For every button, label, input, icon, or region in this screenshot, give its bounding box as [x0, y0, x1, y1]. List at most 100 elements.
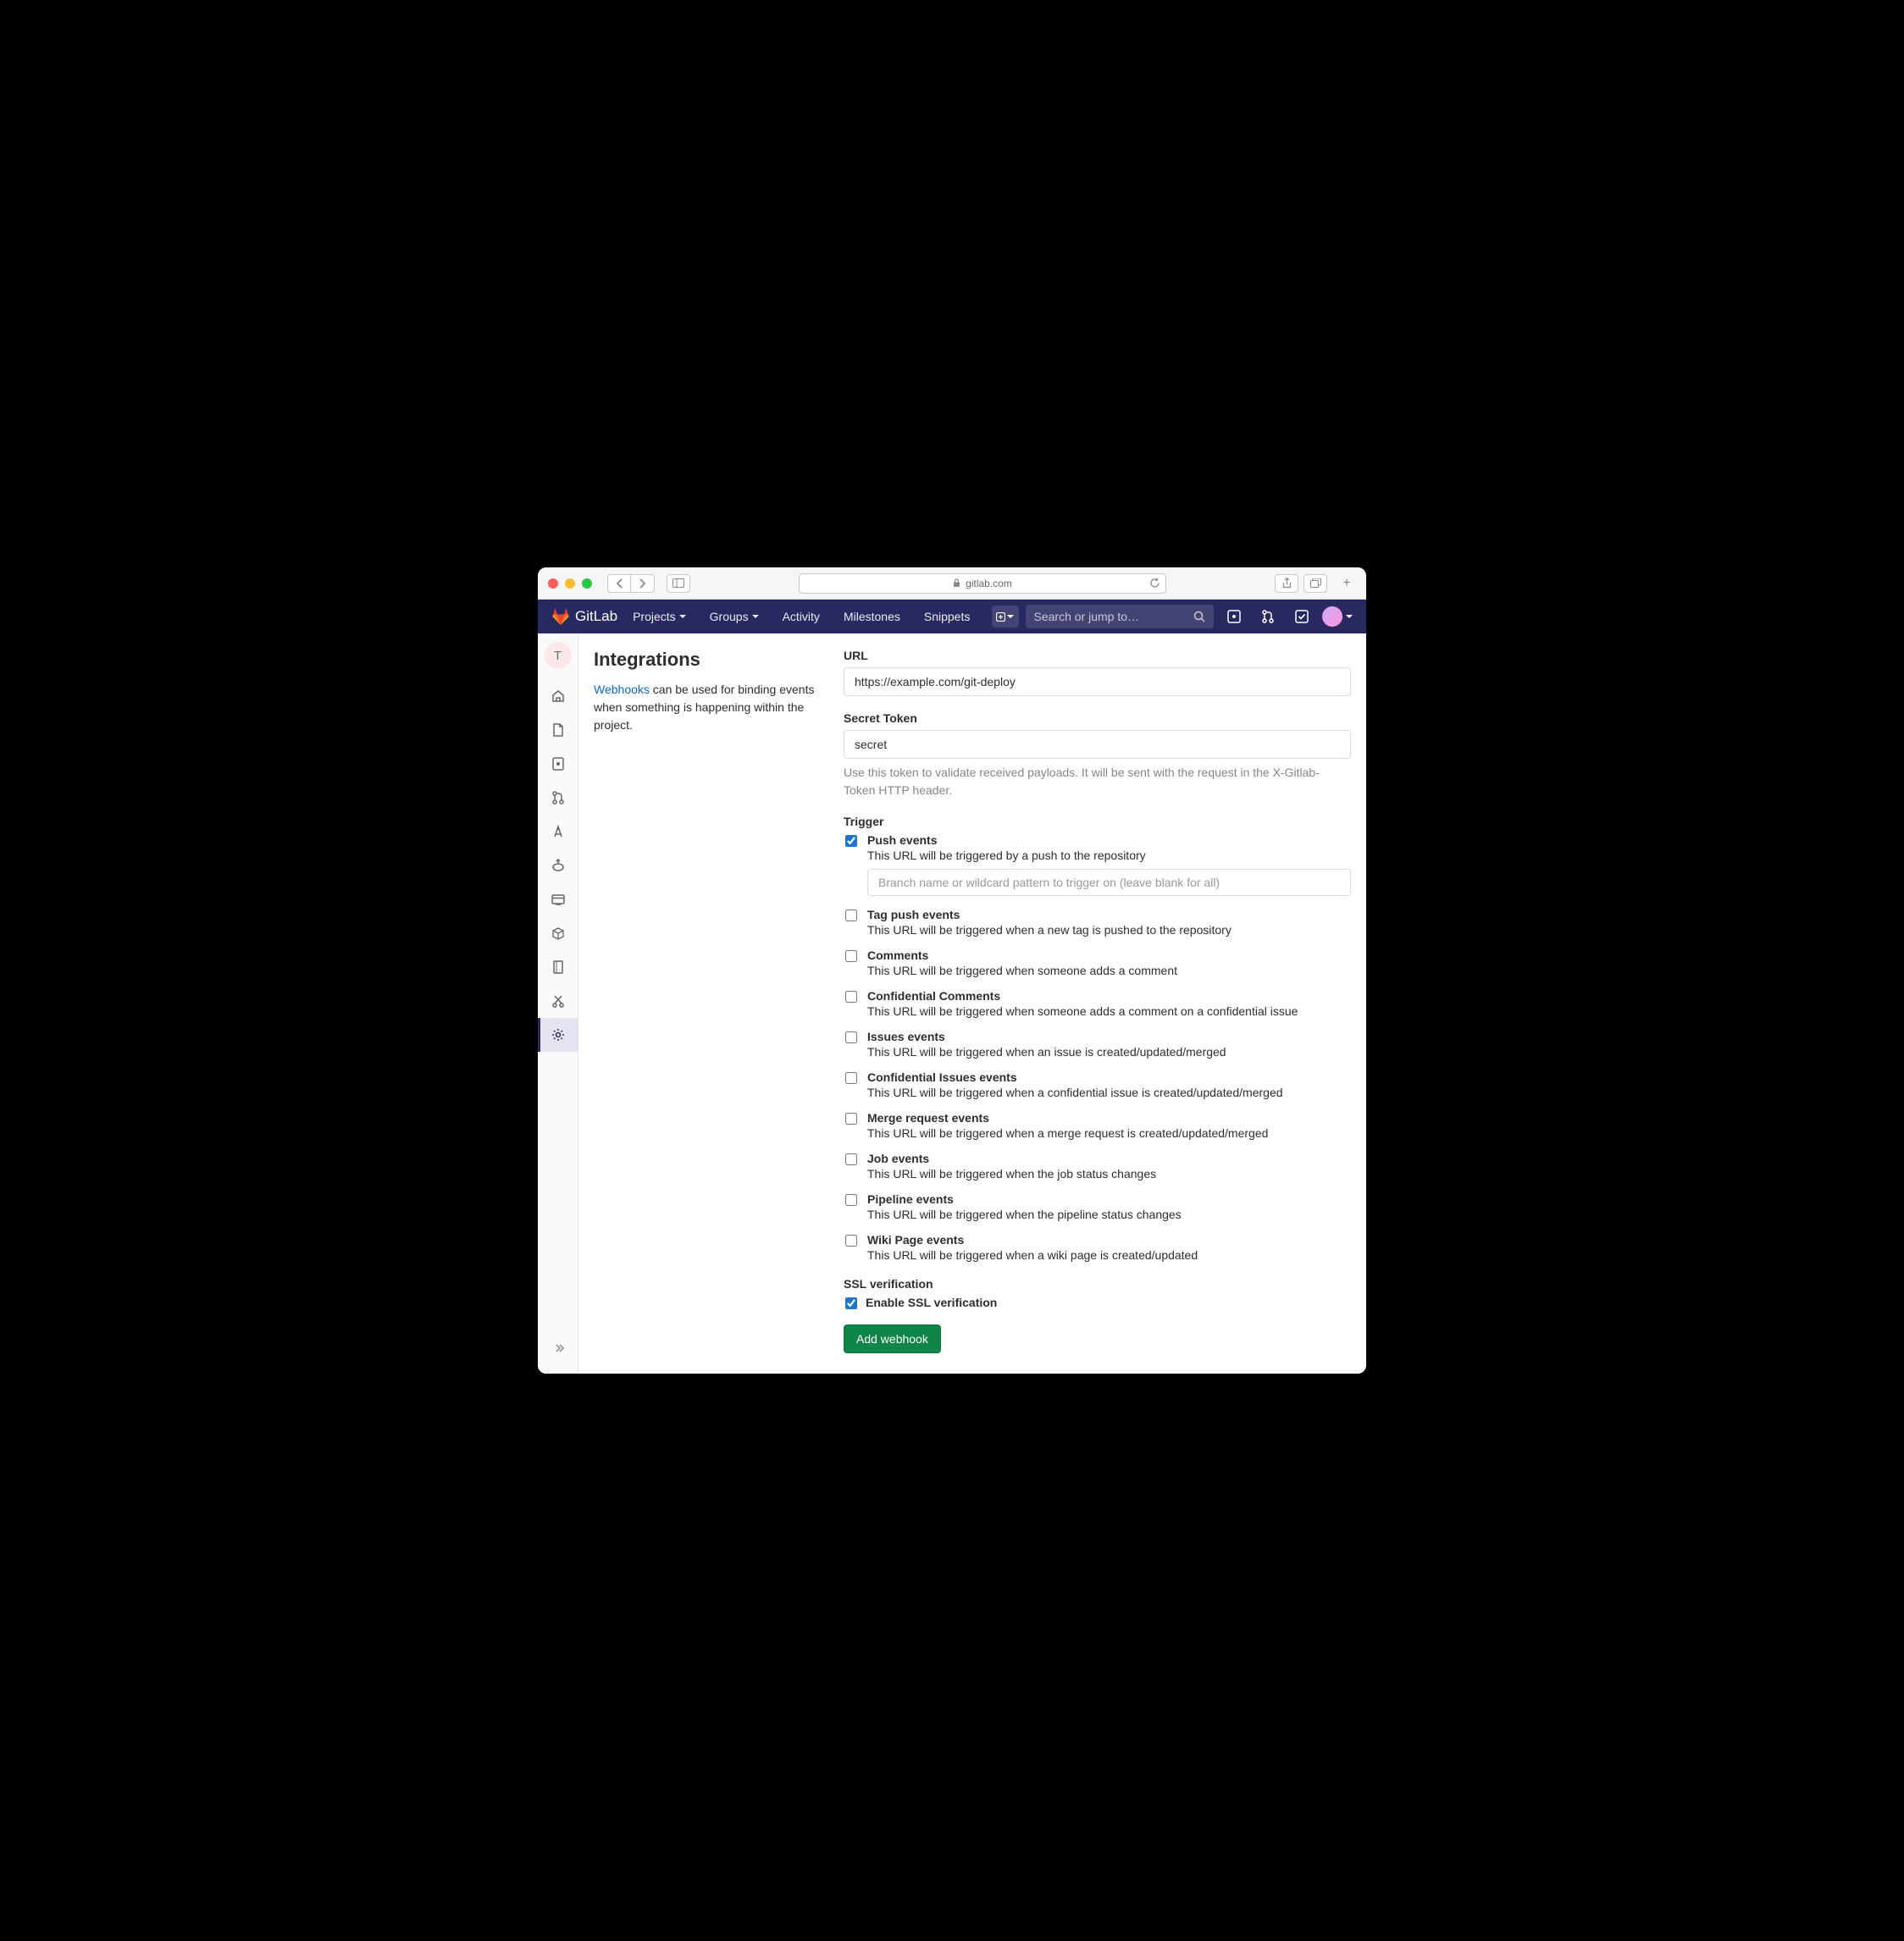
- trigger-content: Merge request eventsThis URL will be tri…: [867, 1111, 1351, 1140]
- trigger-checkbox[interactable]: [845, 950, 857, 962]
- trigger-content: Confidential CommentsThis URL will be tr…: [867, 989, 1351, 1018]
- search-placeholder: Search or jump to…: [1034, 610, 1194, 623]
- trigger-checkbox[interactable]: [845, 1113, 857, 1125]
- close-window-icon[interactable]: [548, 578, 558, 589]
- trigger-content: Comments This URL will be triggered when …: [867, 948, 1351, 977]
- trigger-item: Wiki Page eventsThis URL will be trigger…: [845, 1233, 1351, 1262]
- address-bar[interactable]: gitlab.com: [799, 573, 1166, 594]
- left-column: Integrations Webhooks can be used for bi…: [594, 649, 844, 1353]
- project-avatar[interactable]: T: [545, 642, 572, 669]
- issues-shortcut-icon[interactable]: [1220, 610, 1248, 623]
- rail-wiki-icon[interactable]: [538, 950, 578, 984]
- chevron-down-icon: [1007, 615, 1014, 618]
- trigger-description: This URL will be triggered when someone …: [867, 1004, 1351, 1018]
- trigger-description: This URL will be triggered when the job …: [867, 1167, 1351, 1181]
- trigger-title: Pipeline events: [867, 1192, 1351, 1206]
- branch-filter-input[interactable]: [867, 869, 1351, 896]
- rail-registry-icon[interactable]: [538, 882, 578, 916]
- trigger-title: Job events: [867, 1152, 1351, 1165]
- trigger-checkbox[interactable]: [845, 1153, 857, 1165]
- share-button[interactable]: [1275, 574, 1298, 593]
- trigger-description: This URL will be triggered when someone …: [867, 964, 1351, 977]
- trigger-checkbox[interactable]: [845, 835, 857, 847]
- rail-collapse-icon[interactable]: [538, 1331, 578, 1365]
- user-menu[interactable]: [1322, 606, 1353, 627]
- merge-requests-shortcut-icon[interactable]: [1254, 610, 1281, 623]
- rail-cicd-icon[interactable]: [538, 815, 578, 849]
- triggers-list: Push eventsThis URL will be triggered by…: [844, 833, 1351, 1262]
- page-description: Webhooks can be used for binding events …: [594, 681, 828, 734]
- chevron-down-icon: [752, 615, 759, 618]
- trigger-title: Comments: [867, 948, 1351, 962]
- trigger-item: Job events This URL will be triggered whe…: [845, 1152, 1351, 1181]
- trigger-description: This URL will be triggered when a new ta…: [867, 923, 1351, 937]
- url-label: URL: [844, 649, 1351, 662]
- forward-button[interactable]: [631, 574, 655, 593]
- new-tab-button[interactable]: +: [1337, 574, 1356, 593]
- nav-milestones[interactable]: Milestones: [835, 605, 909, 628]
- trigger-description: This URL will be triggered when an issue…: [867, 1045, 1351, 1059]
- trigger-content: Wiki Page eventsThis URL will be trigger…: [867, 1233, 1351, 1262]
- ssl-heading: SSL verification: [844, 1277, 1351, 1291]
- create-new-dropdown[interactable]: [992, 606, 1018, 628]
- trigger-item: Pipeline eventsThis URL will be triggere…: [845, 1192, 1351, 1221]
- trigger-item: Comments This URL will be triggered when …: [845, 948, 1351, 977]
- rail-settings-icon[interactable]: [538, 1018, 578, 1052]
- trigger-item: Confidential Issues eventsThis URL will …: [845, 1070, 1351, 1099]
- trigger-content: Job events This URL will be triggered whe…: [867, 1152, 1351, 1181]
- rail-issues-icon[interactable]: [538, 747, 578, 781]
- window-controls: [548, 578, 592, 589]
- sidebar-toggle[interactable]: [667, 574, 690, 593]
- trigger-title: Confidential Issues events: [867, 1070, 1351, 1084]
- content-area: Integrations Webhooks can be used for bi…: [578, 633, 1366, 1374]
- trigger-checkbox[interactable]: [845, 1235, 857, 1247]
- add-webhook-button[interactable]: Add webhook: [844, 1324, 941, 1353]
- trigger-checkbox[interactable]: [845, 1072, 857, 1084]
- trigger-item: Merge request eventsThis URL will be tri…: [845, 1111, 1351, 1140]
- rail-merge-requests-icon[interactable]: [538, 781, 578, 815]
- chevron-down-icon: [1346, 615, 1353, 618]
- rail-repository-icon[interactable]: [538, 713, 578, 747]
- trigger-item: Confidential CommentsThis URL will be tr…: [845, 989, 1351, 1018]
- search-box[interactable]: Search or jump to…: [1026, 605, 1215, 628]
- browser-chrome: gitlab.com +: [538, 567, 1366, 600]
- avatar: [1322, 606, 1342, 627]
- token-help: Use this token to validate received payl…: [844, 764, 1351, 799]
- trigger-checkbox[interactable]: [845, 1194, 857, 1206]
- nav-snippets[interactable]: Snippets: [916, 605, 978, 628]
- trigger-description: This URL will be triggered when a wiki p…: [867, 1248, 1351, 1262]
- url-input[interactable]: [844, 667, 1351, 696]
- trigger-checkbox[interactable]: [845, 991, 857, 1003]
- trigger-checkbox[interactable]: [845, 1031, 857, 1043]
- trigger-item: Tag push eventsThis URL will be triggere…: [845, 908, 1351, 937]
- app-body: T: [538, 633, 1366, 1374]
- nav-activity[interactable]: Activity: [774, 605, 828, 628]
- rail-snippets-icon[interactable]: [538, 984, 578, 1018]
- url-text: gitlab.com: [966, 578, 1012, 589]
- rail-operations-icon[interactable]: [538, 849, 578, 882]
- reload-icon[interactable]: [1149, 578, 1160, 589]
- ssl-checkbox[interactable]: [845, 1297, 857, 1309]
- trigger-content: Tag push eventsThis URL will be triggere…: [867, 908, 1351, 937]
- rail-packages-icon[interactable]: [538, 916, 578, 950]
- trigger-label: Trigger: [844, 815, 1351, 828]
- nav-groups[interactable]: Groups: [701, 605, 767, 628]
- webhooks-link[interactable]: Webhooks: [594, 683, 650, 696]
- trigger-title: Confidential Comments: [867, 989, 1351, 1003]
- search-icon: [1193, 611, 1205, 622]
- gitlab-logo[interactable]: GitLab: [551, 607, 617, 626]
- chevron-down-icon: [679, 615, 686, 618]
- trigger-checkbox[interactable]: [845, 910, 857, 921]
- brand-name: GitLab: [575, 608, 617, 625]
- rail-home-icon[interactable]: [538, 679, 578, 713]
- todos-shortcut-icon[interactable]: [1288, 610, 1315, 623]
- token-input[interactable]: [844, 730, 1351, 759]
- tabs-button[interactable]: [1303, 574, 1327, 593]
- back-button[interactable]: [607, 574, 631, 593]
- maximize-window-icon[interactable]: [582, 578, 592, 589]
- browser-window: gitlab.com + GitLab Projects Groups: [538, 567, 1366, 1374]
- nav-projects[interactable]: Projects: [624, 605, 695, 628]
- trigger-item: Issues eventsThis URL will be triggered …: [845, 1030, 1351, 1059]
- trigger-content: Confidential Issues eventsThis URL will …: [867, 1070, 1351, 1099]
- minimize-window-icon[interactable]: [565, 578, 575, 589]
